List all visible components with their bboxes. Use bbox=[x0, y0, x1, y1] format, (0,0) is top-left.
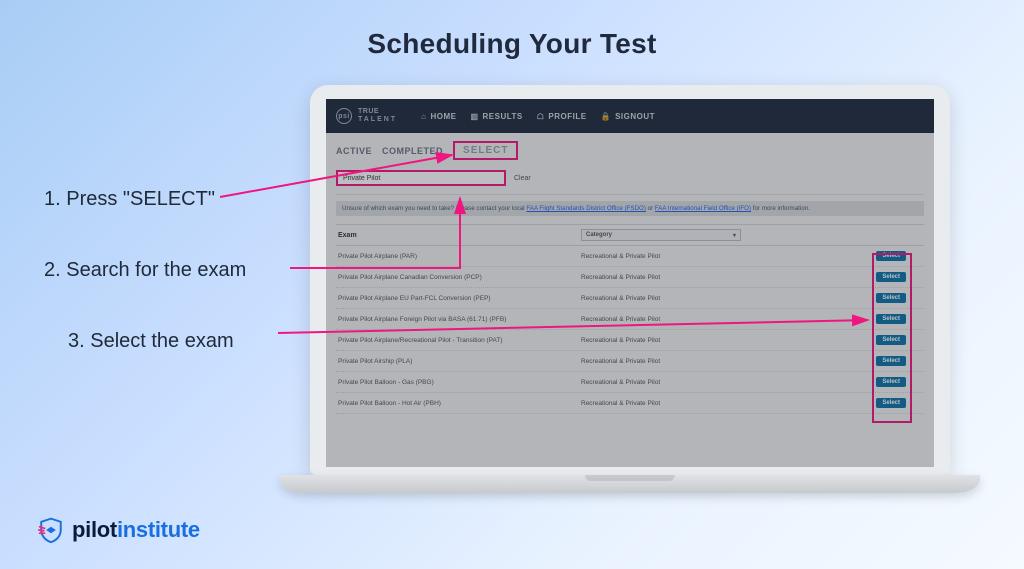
page-title: Scheduling Your Test bbox=[0, 28, 1024, 60]
tab-select[interactable]: SELECT bbox=[453, 141, 518, 160]
select-button[interactable]: Select bbox=[876, 251, 906, 261]
exam-name: Private Pilot Balloon - Gas (PBG) bbox=[336, 379, 581, 386]
table-row: Private Pilot Airplane (PAR)Recreational… bbox=[336, 246, 924, 267]
exam-name: Private Pilot Airplane Foreign Pilot via… bbox=[336, 316, 581, 323]
brand-badge-icon: psi bbox=[336, 108, 352, 124]
chart-icon: ▥ bbox=[470, 112, 478, 121]
nav-profile-label: PROFILE bbox=[548, 112, 586, 121]
instruction-steps: 1. Press "SELECT" 2. Search for the exam… bbox=[44, 188, 246, 401]
exam-category: Recreational & Private Pilot bbox=[581, 358, 811, 365]
step-3: 3. Select the exam bbox=[68, 330, 246, 353]
exam-name: Private Pilot Airplane Canadian Conversi… bbox=[336, 274, 581, 281]
table-header: Exam Category bbox=[336, 224, 924, 246]
exam-category: Recreational & Private Pilot bbox=[581, 400, 811, 407]
brand: psi TRUE TALENT bbox=[336, 108, 397, 124]
laptop-mockup: psi TRUE TALENT ⌂ HOME ▥ RESULTS ☖ PROFI bbox=[310, 85, 950, 493]
table-row: Private Pilot Airplane Canadian Conversi… bbox=[336, 267, 924, 288]
tabs: ACTIVE COMPLETED SELECT bbox=[336, 133, 924, 166]
table-row: Private Pilot Balloon - Hot Air (PBH)Rec… bbox=[336, 393, 924, 414]
notice-banner: Unsure of which exam you need to take? P… bbox=[336, 201, 924, 216]
navbar: psi TRUE TALENT ⌂ HOME ▥ RESULTS ☖ PROFI bbox=[326, 99, 934, 133]
nav-home[interactable]: ⌂ HOME bbox=[421, 112, 456, 121]
nav-profile[interactable]: ☖ PROFILE bbox=[537, 112, 587, 121]
nav-home-label: HOME bbox=[430, 112, 456, 121]
select-button[interactable]: Select bbox=[876, 398, 906, 408]
step-2: 2. Search for the exam bbox=[44, 259, 246, 282]
fsdo-link[interactable]: FAA Flight Standards District Office (FS… bbox=[526, 205, 646, 212]
table-row: Private Pilot Airplane Foreign Pilot via… bbox=[336, 309, 924, 330]
exam-name: Private Pilot Balloon - Hot Air (PBH) bbox=[336, 400, 581, 407]
home-icon: ⌂ bbox=[421, 112, 426, 121]
category-dropdown[interactable]: Category bbox=[581, 229, 741, 241]
clear-button[interactable]: Clear bbox=[514, 175, 531, 182]
exam-name: Private Pilot Airplane EU Part-FCL Conve… bbox=[336, 295, 581, 302]
select-button[interactable]: Select bbox=[876, 377, 906, 387]
logo-word-pilot: pilot bbox=[72, 517, 117, 542]
select-button[interactable]: Select bbox=[876, 272, 906, 282]
exam-category: Recreational & Private Pilot bbox=[581, 274, 811, 281]
nav-signout-label: SIGNOUT bbox=[615, 112, 655, 121]
select-button[interactable]: Select bbox=[876, 314, 906, 324]
exam-category: Recreational & Private Pilot bbox=[581, 379, 811, 386]
exam-category: Recreational & Private Pilot bbox=[581, 337, 811, 344]
search-input[interactable] bbox=[336, 170, 506, 186]
exam-category: Recreational & Private Pilot bbox=[581, 295, 811, 302]
brand-text: TRUE TALENT bbox=[358, 108, 397, 124]
step-1: 1. Press "SELECT" bbox=[44, 188, 246, 211]
exam-category: Recreational & Private Pilot bbox=[581, 253, 811, 260]
app-screen: psi TRUE TALENT ⌂ HOME ▥ RESULTS ☖ PROFI bbox=[326, 99, 934, 467]
table-row: Private Pilot Airship (PLA)Recreational … bbox=[336, 351, 924, 372]
exam-table-body: Private Pilot Airplane (PAR)Recreational… bbox=[336, 246, 924, 414]
table-row: Private Pilot Balloon - Gas (PBG)Recreat… bbox=[336, 372, 924, 393]
select-button[interactable]: Select bbox=[876, 356, 906, 366]
tab-completed[interactable]: COMPLETED bbox=[382, 146, 443, 156]
select-button[interactable]: Select bbox=[876, 335, 906, 345]
nav-results[interactable]: ▥ RESULTS bbox=[470, 112, 522, 121]
pilot-institute-logo: pilotinstitute bbox=[38, 517, 200, 543]
nav-results-label: RESULTS bbox=[483, 112, 523, 121]
laptop-hinge bbox=[280, 475, 980, 493]
user-icon: ☖ bbox=[537, 112, 545, 121]
col-exam-header: Exam bbox=[336, 232, 581, 239]
ifo-link[interactable]: FAA International Field Office (IFO) bbox=[655, 205, 751, 212]
logo-word-institute: institute bbox=[117, 517, 200, 542]
exam-name: Private Pilot Airship (PLA) bbox=[336, 358, 581, 365]
exam-name: Private Pilot Airplane/Recreational Pilo… bbox=[336, 337, 581, 344]
table-row: Private Pilot Airplane/Recreational Pilo… bbox=[336, 330, 924, 351]
nav-signout[interactable]: 🔒 SIGNOUT bbox=[601, 112, 655, 121]
tab-active[interactable]: ACTIVE bbox=[336, 146, 372, 156]
exam-category: Recreational & Private Pilot bbox=[581, 316, 811, 323]
lock-icon: 🔒 bbox=[601, 112, 611, 121]
exam-name: Private Pilot Airplane (PAR) bbox=[336, 253, 581, 260]
table-row: Private Pilot Airplane EU Part-FCL Conve… bbox=[336, 288, 924, 309]
logo-shield-icon bbox=[38, 517, 64, 543]
select-button[interactable]: Select bbox=[876, 293, 906, 303]
